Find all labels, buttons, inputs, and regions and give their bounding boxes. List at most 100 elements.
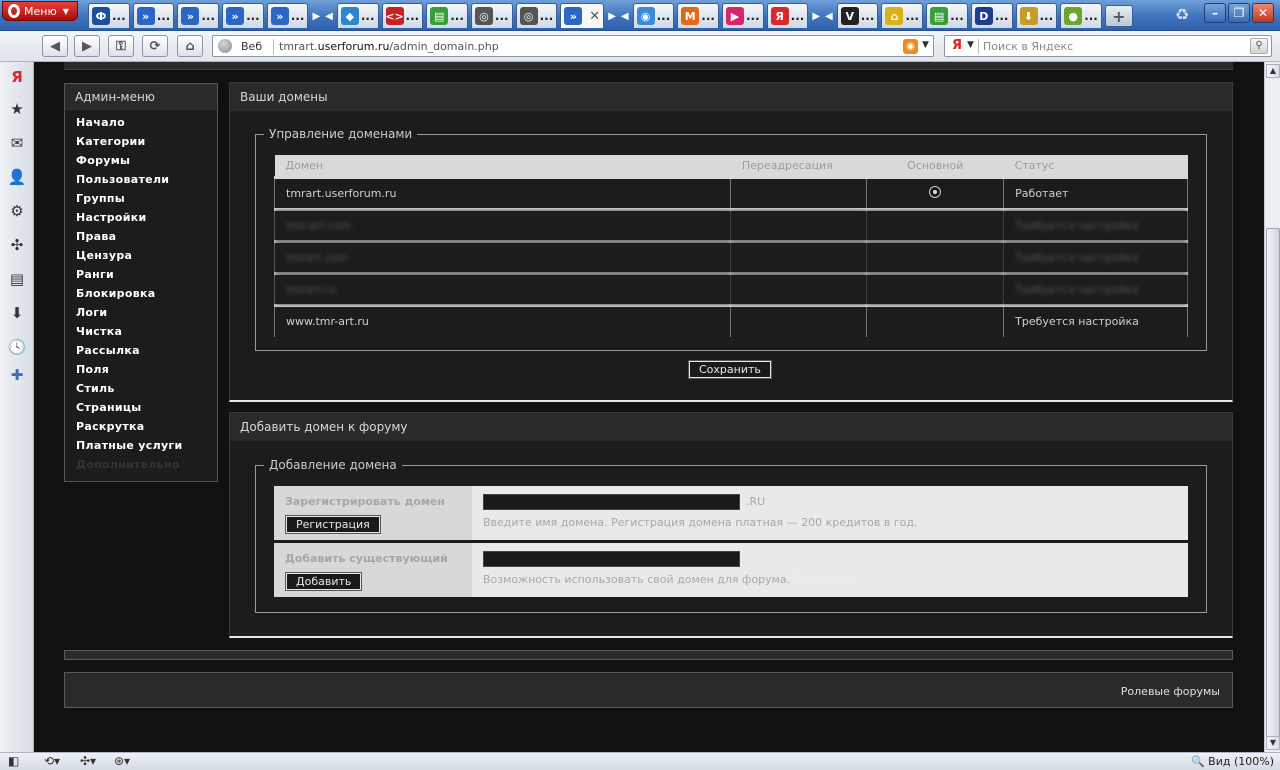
browser-tab[interactable]: Ф... xyxy=(88,3,130,28)
tab-scroll-right-icon[interactable]: ▶ xyxy=(607,3,617,29)
zoom-level[interactable]: 🔍 Вид (100%) xyxy=(1191,755,1274,768)
save-button[interactable]: Сохранить xyxy=(688,360,772,379)
browser-tab[interactable]: Я... xyxy=(766,3,809,28)
browser-tab[interactable]: ▶... xyxy=(721,3,764,28)
browser-tab[interactable]: V... xyxy=(836,3,879,28)
browser-tab[interactable]: D... xyxy=(970,3,1013,28)
footer-link[interactable]: Ролевые форумы xyxy=(1121,685,1220,698)
admin-menu-item[interactable]: Ранги xyxy=(76,268,217,287)
downloads-icon[interactable]: ⬇ xyxy=(8,304,26,322)
browser-tab[interactable]: ●... xyxy=(1060,3,1102,28)
add-button[interactable]: Добавить xyxy=(284,572,363,591)
admin-menu-item[interactable]: Пользователи xyxy=(76,173,217,192)
bookmarks-icon[interactable]: ★ xyxy=(8,100,26,118)
gear-icon[interactable]: ⚙ xyxy=(8,202,26,220)
scroll-up-icon[interactable]: ▲ xyxy=(1266,64,1280,78)
yandex-icon[interactable]: Я xyxy=(8,68,26,86)
admin-menu-item[interactable]: Начало xyxy=(76,116,217,135)
rss-icon[interactable]: ◉ xyxy=(903,39,918,54)
browser-tab[interactable]: ◆... xyxy=(336,3,379,28)
trash-icon[interactable]: ♻ xyxy=(1172,5,1192,25)
redirect-cell[interactable] xyxy=(730,175,868,209)
new-tab-button[interactable]: + xyxy=(1104,5,1133,27)
admin-menu-item[interactable]: Форумы xyxy=(76,154,217,173)
browser-tab[interactable]: »... xyxy=(266,3,309,28)
scroll-thumb[interactable] xyxy=(1266,228,1280,738)
browser-tab[interactable]: ⌂... xyxy=(881,3,924,28)
back-button[interactable]: ◀ xyxy=(42,35,68,57)
more-link[interactable]: Подробнее xyxy=(794,573,858,586)
search-input[interactable] xyxy=(983,38,1243,54)
tab-active[interactable]: » ✕ xyxy=(560,3,605,28)
opera-menu-button[interactable]: Меню ▼ xyxy=(2,1,78,21)
admin-menu-item[interactable]: Страницы xyxy=(76,401,217,420)
admin-menu-item[interactable]: Логи xyxy=(76,306,217,325)
scroll-down-icon[interactable]: ▼ xyxy=(1266,736,1280,750)
unite-icon[interactable]: ✣ xyxy=(8,236,26,254)
forward-button[interactable]: ▶ xyxy=(74,35,100,57)
admin-menu-item[interactable]: Права xyxy=(76,230,217,249)
tab-scroll-left-icon[interactable]: ◀ xyxy=(324,3,334,29)
chevron-down-icon[interactable]: ▼ xyxy=(922,40,929,50)
browser-tab[interactable]: »... xyxy=(132,3,175,28)
browser-tab[interactable]: »... xyxy=(222,3,264,28)
address-field[interactable]: Веб tmrart.userforum.ru/admin_domain.php… xyxy=(212,35,934,57)
chevron-down-icon[interactable]: ▼ xyxy=(967,40,974,50)
admin-menu-item[interactable]: Поля xyxy=(76,363,217,382)
url-text[interactable]: tmrart.userforum.ru/admin_domain.php xyxy=(279,40,499,53)
close-button[interactable]: ✕ xyxy=(1252,3,1274,23)
search-icon[interactable]: ⚲ xyxy=(1250,38,1268,54)
redirect-cell[interactable] xyxy=(730,303,868,337)
primary-radio[interactable] xyxy=(929,185,942,198)
unite-icon[interactable]: ✣▾ xyxy=(80,754,96,768)
history-icon[interactable]: 🕓 xyxy=(8,338,27,356)
existing-domain-input[interactable] xyxy=(483,551,740,567)
reload-button[interactable]: ⟳ xyxy=(142,35,168,57)
browser-tab[interactable]: ▤... xyxy=(426,3,468,28)
wand-button[interactable]: ⚿ xyxy=(108,35,134,57)
redirect-cell[interactable] xyxy=(730,271,868,305)
register-button[interactable]: Регистрация xyxy=(285,515,381,534)
admin-menu-item[interactable]: Цензура xyxy=(76,249,217,268)
yandex-icon[interactable]: Я xyxy=(949,38,965,54)
browser-tab[interactable]: ◉... xyxy=(632,3,675,28)
browser-tab[interactable]: ▤... xyxy=(926,3,968,28)
browser-tab[interactable]: ◎... xyxy=(470,3,513,28)
redirect-cell[interactable] xyxy=(730,207,868,241)
tab-scroll-right-icon[interactable]: ▶ xyxy=(311,3,321,29)
admin-menu-item[interactable]: Стиль xyxy=(76,382,217,401)
browser-tab[interactable]: <>... xyxy=(381,3,424,28)
home-button[interactable]: ⌂ xyxy=(177,35,203,57)
tab-scroll-right-icon[interactable]: ▶ xyxy=(811,3,821,29)
contacts-icon[interactable]: 👤 xyxy=(8,168,27,186)
admin-menu-item[interactable]: Блокировка xyxy=(76,287,217,306)
notes-icon[interactable]: ▤ xyxy=(8,270,26,288)
browser-tab[interactable]: M... xyxy=(677,3,719,28)
add-panel-icon[interactable]: ✚ xyxy=(8,366,26,384)
admin-menu-item[interactable]: Настройки xyxy=(76,211,217,230)
browser-tab[interactable]: ⬇... xyxy=(1015,3,1058,28)
vertical-scrollbar[interactable]: ▲ ▼ xyxy=(1264,62,1280,752)
browser-tab[interactable]: ◎... xyxy=(515,3,558,28)
tab-scroll-left-icon[interactable]: ◀ xyxy=(620,3,630,29)
tab-scroll-left-icon[interactable]: ◀ xyxy=(824,3,834,29)
redirect-cell[interactable] xyxy=(730,239,868,273)
minimize-button[interactable]: – xyxy=(1204,3,1226,23)
admin-menu-item[interactable]: Раскрутка xyxy=(76,420,217,439)
register-domain-input[interactable] xyxy=(483,494,740,510)
admin-menu-item[interactable]: Платные услуги xyxy=(76,439,217,458)
admin-menu-item[interactable]: Категории xyxy=(76,135,217,154)
admin-menu-item[interactable]: Чистка xyxy=(76,325,217,344)
turbo-icon[interactable]: ⊛▾ xyxy=(114,754,130,768)
sync-icon[interactable]: ⟲▾ xyxy=(44,754,60,768)
panel-toggle-icon[interactable]: ◧ xyxy=(8,754,19,768)
tab-title: ... xyxy=(405,9,420,23)
tab-title: ... xyxy=(450,9,464,23)
admin-menu-item-faded[interactable]: Дополнительно xyxy=(76,458,217,477)
admin-menu-item[interactable]: Рассылка xyxy=(76,344,217,363)
close-tab-icon[interactable]: ✕ xyxy=(589,9,600,24)
browser-tab[interactable]: »... xyxy=(177,3,220,28)
admin-menu-item[interactable]: Группы xyxy=(76,192,217,211)
mail-icon[interactable]: ✉ xyxy=(8,134,26,152)
maximize-button[interactable]: ❐ xyxy=(1228,3,1250,23)
